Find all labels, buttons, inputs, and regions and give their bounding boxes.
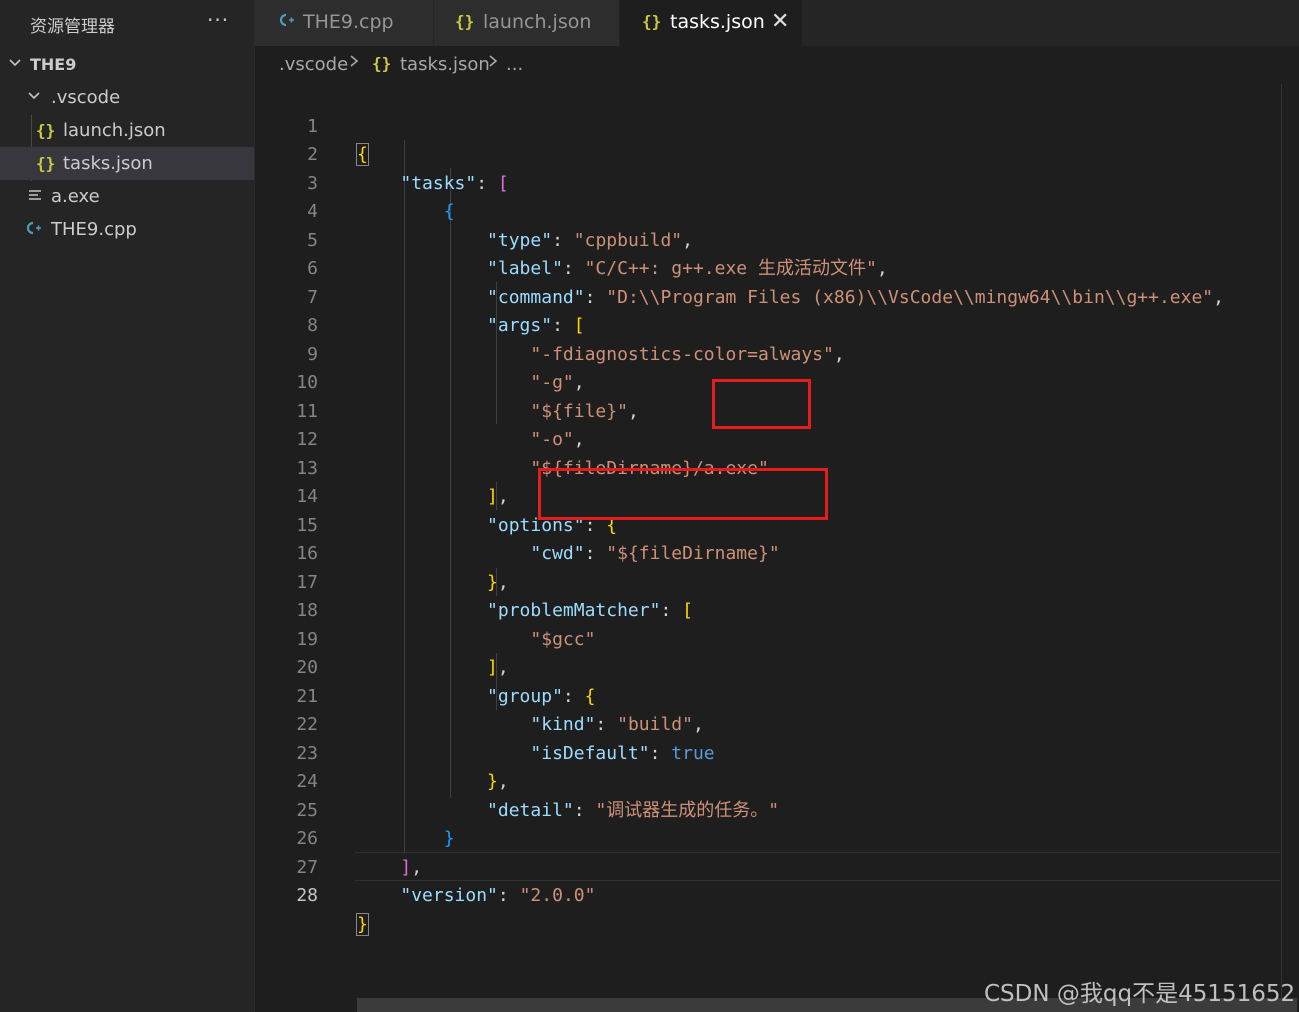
json-braces-icon: {} — [642, 12, 662, 31]
code-line: 2 "tasks": [ — [255, 113, 1299, 194]
tree-item-label: a.exe — [51, 186, 100, 207]
code-line: 28 } — [255, 854, 1299, 936]
tree-item-a-exe[interactable]: a.exe — [0, 180, 254, 213]
tree-item-the9-cpp[interactable]: THE9.cpp — [0, 213, 254, 246]
code-line: 13 ], — [255, 426, 1299, 508]
tab-label: tasks.json — [670, 11, 765, 33]
code-line: 6 "command": "D:\\Program Files (x86)\\V… — [255, 227, 1299, 308]
vertical-scrollbar[interactable] — [1281, 84, 1282, 998]
chevron-down-icon — [27, 89, 41, 107]
tab-tasks-json[interactable]: {} tasks.json ✕ — [620, 0, 803, 46]
json-braces-icon: {} — [36, 121, 56, 140]
json-braces-icon: {} — [36, 154, 56, 173]
tree-item-label: tasks.json — [63, 153, 153, 174]
code-line: 8 "-fdiagnostics-color=always", — [255, 284, 1299, 365]
json-key: "version" — [400, 885, 498, 906]
code-line: 24 "detail": "调试器生成的任务。" — [255, 740, 1299, 821]
breadcrumb-file[interactable]: tasks.json — [400, 54, 490, 75]
chevron-right-icon — [488, 53, 498, 73]
tab-the9-cpp[interactable]: THE9.cpp — [255, 0, 434, 46]
code-line: 20 "group": { — [255, 626, 1299, 707]
code-line: 17 "problemMatcher": [ — [255, 540, 1299, 622]
brace: } — [356, 912, 369, 936]
more-actions-icon[interactable]: ··· — [207, 8, 229, 32]
breadcrumb: .vscode {} tasks.json ... — [255, 46, 1299, 84]
tree-item-label: .vscode — [51, 87, 121, 108]
annotation-box-cwd — [538, 468, 828, 520]
code-line: 9 "-g", — [255, 312, 1299, 394]
code-line: 10 "${file}", — [255, 341, 1299, 422]
code-line: 23 }, — [255, 711, 1299, 793]
code-line: 7 "args": [ — [255, 255, 1299, 337]
breadcrumb-symbol[interactable]: ... — [506, 54, 523, 75]
code-line: 4 "type": "cppbuild", — [255, 170, 1299, 251]
tree-item-label: launch.json — [63, 120, 166, 141]
code-line: 22 "isDefault": true — [255, 683, 1299, 764]
explorer-header: 资源管理器 ··· — [0, 0, 254, 46]
root-folder-label: THE9 — [30, 55, 77, 74]
code-line: 3 { — [255, 141, 1299, 223]
cpp-file-icon — [277, 12, 295, 33]
explorer-sidebar: 资源管理器 ··· THE9 .vscode {} launch.json {}… — [0, 0, 255, 1012]
file-lines-icon — [28, 187, 42, 207]
watermark-text: CSDN @我qq不是45151652 — [984, 981, 1296, 1007]
chevron-down-icon — [8, 56, 22, 74]
editor-tab-bar: THE9.cpp {} launch.json {} tasks.json ✕ — [255, 0, 1299, 46]
json-braces-icon: {} — [455, 12, 475, 31]
close-icon[interactable]: ✕ — [771, 9, 789, 34]
tab-label: THE9.cpp — [303, 11, 394, 33]
annotation-box-output-path — [712, 379, 811, 429]
tab-label: launch.json — [483, 11, 592, 33]
code-line: 27 "version": "2.0.0" — [255, 825, 1299, 907]
code-line: 18 "$gcc" — [255, 569, 1299, 650]
code-line: 19 ], — [255, 597, 1299, 679]
code-line: 1 { — [255, 84, 1299, 166]
tree-item-vscode-folder[interactable]: .vscode — [0, 81, 254, 114]
tree-item-tasks-json[interactable]: {} tasks.json — [0, 147, 254, 180]
json-braces-icon: {} — [372, 54, 392, 73]
json-string: "2.0.0" — [519, 885, 596, 906]
line-number: 28 — [296, 885, 318, 906]
explorer-title: 资源管理器 — [30, 17, 115, 37]
chevron-right-icon — [349, 53, 359, 73]
cpp-file-icon — [24, 220, 42, 240]
vscode-window: 资源管理器 ··· THE9 .vscode {} launch.json {}… — [0, 0, 1299, 1012]
breadcrumb-folder[interactable]: .vscode — [279, 54, 348, 75]
code-line: 26 ], — [255, 797, 1299, 878]
tree-item-launch-json[interactable]: {} launch.json — [0, 114, 254, 147]
code-line: 5 "label": "C/C++: g++.exe 生成活动文件", — [255, 198, 1299, 280]
code-editor[interactable]: 1 { 2 "tasks": [ 3 { 4 "type": "cppbuild… — [255, 84, 1299, 1012]
tree-root-folder[interactable]: THE9 — [0, 48, 254, 81]
code-line: 25 } — [255, 768, 1299, 850]
code-line: 21 "kind": "build", — [255, 654, 1299, 736]
tree-item-label: THE9.cpp — [51, 219, 137, 240]
tab-launch-json[interactable]: {} launch.json — [434, 0, 620, 46]
